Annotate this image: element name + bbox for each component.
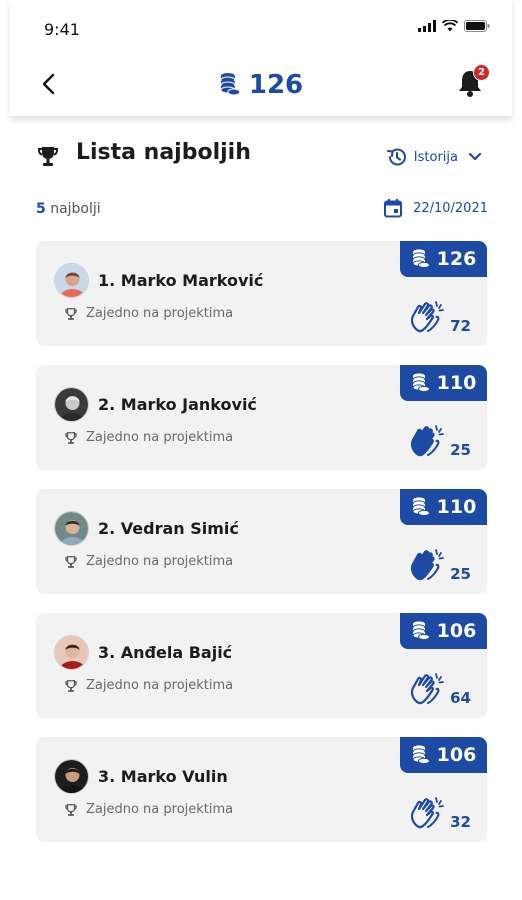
player-subtitle-text: Zajedno na projektima <box>86 802 234 817</box>
avatar <box>54 511 89 546</box>
clap-button[interactable]: 64 <box>408 671 471 707</box>
trophy-icon <box>65 803 77 816</box>
player-subtitle-text: Zajedno na projektima <box>86 678 234 693</box>
coin-badge: 126 <box>400 241 487 277</box>
nav-bar: 126 2 <box>10 56 512 112</box>
status-bar: 9:41 <box>10 0 512 50</box>
avatar-image <box>55 388 88 421</box>
leaderboard-card[interactable]: 3. Anđela Bajić Zajedno na projektima 106 6… <box>36 613 487 718</box>
trophy-icon <box>37 147 59 166</box>
summary-row: 5 najbolji 22/10/2021 <box>36 198 488 220</box>
player-subtitle-text: Zajedno na projektima <box>86 306 234 321</box>
avatar-image <box>55 760 88 793</box>
player-name: 1. Marko Marković <box>98 271 264 290</box>
trophy-icon <box>65 431 77 444</box>
leaderboard-card[interactable]: 1. Marko Marković Zajedno na projektima 12… <box>36 241 487 346</box>
leaderboard-list: 1. Marko Marković Zajedno na projektima 12… <box>36 241 487 861</box>
clap-icon <box>411 301 445 333</box>
app-header: 9:41 126 2 <box>10 0 512 116</box>
player-subtitle: Zajedno na projektima <box>64 554 233 569</box>
trophy-icon <box>65 555 77 568</box>
avatar <box>54 635 89 670</box>
player-name: 3. Marko Vulin <box>98 767 228 786</box>
leaderboard-card[interactable]: 3. Marko Vulin Zajedno na projektima 106 32 <box>36 737 487 842</box>
date-value: 22/10/2021 <box>413 200 488 216</box>
coins-icon <box>220 73 241 96</box>
coins-icon <box>412 621 430 641</box>
back-arrow-icon <box>42 73 55 95</box>
avatar <box>54 263 89 298</box>
avatar <box>54 759 89 794</box>
avatar-image <box>55 512 88 545</box>
player-name: 2. Marko Janković <box>98 395 257 414</box>
player-subtitle: Zajedno na projektima <box>64 802 233 817</box>
coin-badge-value: 106 <box>436 744 477 766</box>
leaderboard-card[interactable]: 2. Marko Janković Zajedno na projektima 11… <box>36 365 487 470</box>
player-subtitle: Zajedno na projektima <box>64 430 233 445</box>
clap-count: 72 <box>450 317 471 335</box>
page-title: Lista najboljih <box>76 140 251 165</box>
top-count-number: 5 <box>36 201 46 217</box>
coin-total-value: 126 <box>248 70 304 100</box>
coin-total: 126 <box>219 70 303 100</box>
player-name: 2. Vedran Simić <box>98 519 239 538</box>
clap-count: 32 <box>450 813 471 831</box>
chevron-down-icon <box>468 152 482 161</box>
coin-badge: 106 <box>400 737 487 773</box>
player-subtitle-text: Zajedno na projektima <box>86 430 234 445</box>
player-name: 3. Anđela Bajić <box>98 643 233 662</box>
history-icon <box>386 148 406 166</box>
player-subtitle: Zajedno na projektima <box>64 678 233 693</box>
clap-icon <box>411 673 445 705</box>
history-label: Istorija <box>413 149 458 165</box>
clap-count: 25 <box>450 441 471 459</box>
calendar-icon <box>384 199 403 218</box>
leaderboard-title-row: Lista najboljih Istorija <box>36 140 488 174</box>
coin-badge-value: 110 <box>436 496 477 518</box>
coin-badge: 106 <box>400 613 487 649</box>
avatar-image <box>55 264 88 297</box>
trophy-icon <box>65 307 77 320</box>
coins-icon <box>412 745 430 765</box>
coin-badge-value: 106 <box>436 620 477 642</box>
clap-count: 25 <box>450 565 471 583</box>
clap-button[interactable]: 25 <box>408 547 471 583</box>
coin-badge: 110 <box>400 489 487 525</box>
signal-icon <box>418 20 436 32</box>
top-count: 5 najbolji <box>36 201 101 217</box>
avatar-image <box>55 636 88 669</box>
player-subtitle: Zajedno na projektima <box>64 306 233 321</box>
battery-icon <box>464 20 490 32</box>
coins-icon <box>412 373 430 393</box>
top-count-label: najbolji <box>50 201 101 217</box>
coin-badge-value: 126 <box>436 248 477 270</box>
coin-badge-value: 110 <box>436 372 477 394</box>
status-time: 9:41 <box>44 20 80 39</box>
player-subtitle-text: Zajedno na projektima <box>86 554 234 569</box>
clap-count: 64 <box>450 689 471 707</box>
status-icons <box>418 20 490 32</box>
leaderboard-card[interactable]: 2. Vedran Simić Zajedno na projektima 110 2… <box>36 489 487 594</box>
date-picker[interactable]: 22/10/2021 <box>383 198 488 218</box>
history-dropdown[interactable]: Istorija <box>386 146 486 168</box>
wifi-icon <box>442 20 458 32</box>
notification-badge: 2 <box>473 64 490 81</box>
clap-icon <box>411 797 445 829</box>
clap-button[interactable]: 72 <box>408 299 471 335</box>
clap-button[interactable]: 32 <box>408 795 471 831</box>
notifications-button[interactable]: 2 <box>456 64 490 98</box>
coins-icon <box>412 249 430 269</box>
coins-icon <box>412 497 430 517</box>
coin-badge: 110 <box>400 365 487 401</box>
avatar <box>54 387 89 422</box>
trophy-icon <box>65 679 77 692</box>
clap-icon <box>411 549 445 581</box>
clap-button[interactable]: 25 <box>408 423 471 459</box>
back-button[interactable] <box>38 70 62 98</box>
clap-icon <box>411 425 445 457</box>
